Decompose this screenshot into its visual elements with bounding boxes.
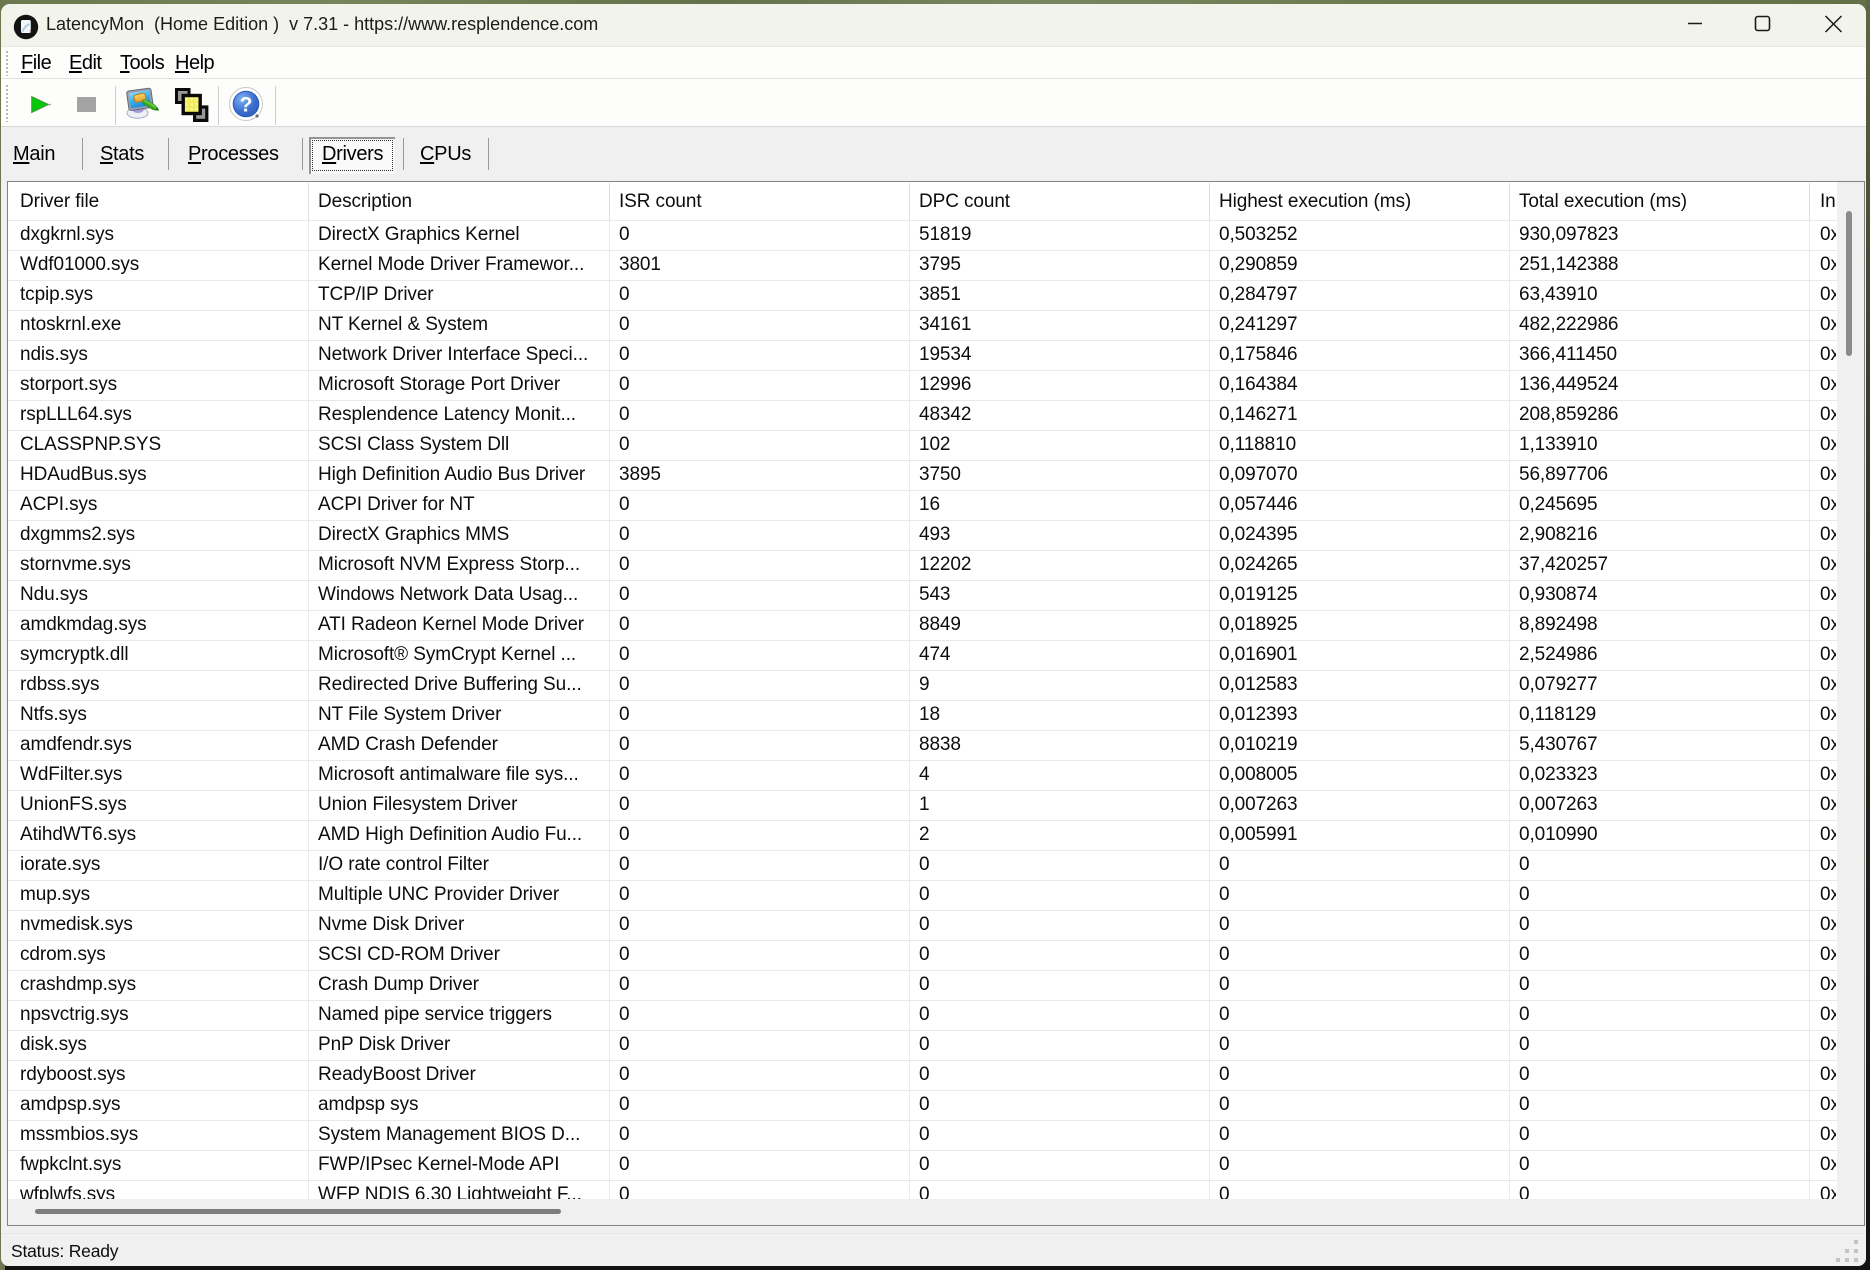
svg-text:?: ? <box>240 94 253 117</box>
